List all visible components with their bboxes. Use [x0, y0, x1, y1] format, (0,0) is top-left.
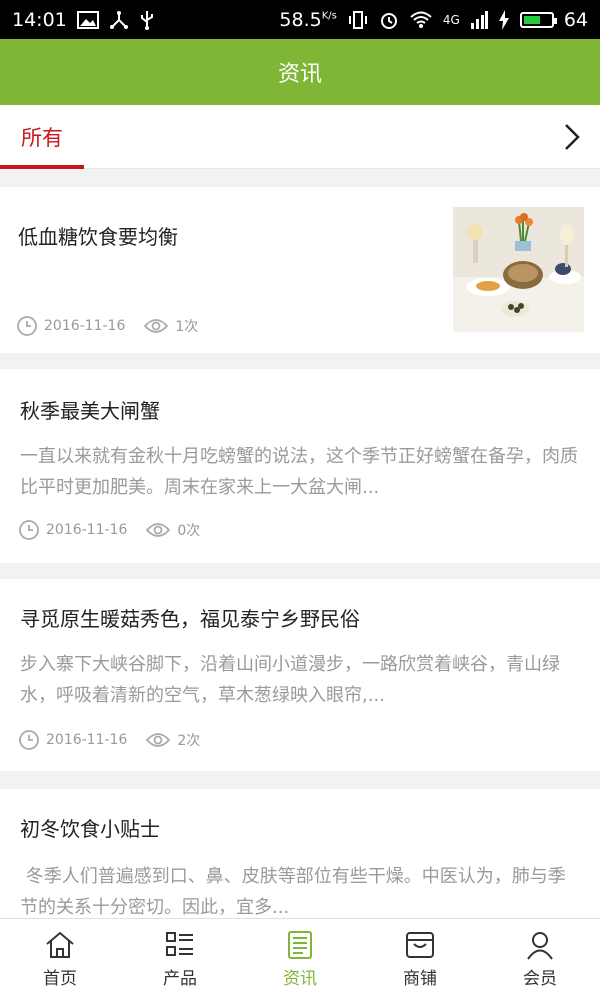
eye-icon [146, 523, 171, 537]
nav-news[interactable]: 资讯 [240, 919, 360, 1000]
clock-icon [19, 520, 39, 540]
page-header: 资讯 [0, 39, 600, 105]
usb-icon [140, 10, 153, 30]
news-icon [288, 931, 312, 959]
article-card[interactable]: 寻觅原生暖菇秀色，福见泰宁乡野民俗 步入寨下大峡谷脚下，沿着山间小道漫步，一路欣… [0, 579, 600, 771]
article-meta: 2016-11-16 1次 [16, 315, 198, 337]
speed-unit: K/s [321, 10, 337, 22]
article-title: 寻觅原生暖菇秀色，福见泰宁乡野民俗 [20, 607, 360, 631]
article-view-count: 2次 [177, 733, 201, 749]
article-date: 2016-11-16 [44, 318, 126, 334]
charging-icon [498, 9, 509, 30]
signal-icon: 4G [442, 12, 460, 27]
signal-bars-icon [470, 10, 488, 29]
user-icon [527, 932, 553, 960]
share-icon [109, 10, 128, 29]
tab-all[interactable]: 所有 [0, 105, 84, 169]
nav-member[interactable]: 会员 [480, 919, 600, 1000]
article-summary: 冬季人们普遍感到口、鼻、皮肤等部位有些干燥。中医认为，肺与季节的关系十分密切。因… [20, 866, 566, 918]
article-thumbnail [453, 207, 584, 332]
clock-icon [17, 316, 37, 336]
article-meta: 2016-11-16 2次 [18, 729, 200, 751]
network-speed: 58.5K/s [279, 9, 336, 31]
nav-products-label: 产品 [163, 969, 197, 989]
article-card[interactable]: 秋季最美大闸蟹 一直以来就有金秋十月吃螃蟹的说法，这个季节正好螃蟹在备孕，肉质比… [0, 369, 600, 563]
nav-products[interactable]: 产品 [120, 919, 240, 1000]
article-views: 0次 [145, 520, 200, 540]
nav-home-label: 首页 [43, 969, 77, 989]
article-meta: 2016-11-16 0次 [18, 519, 200, 541]
article-title: 低血糖饮食要均衡 [18, 225, 178, 249]
eye-icon [146, 733, 171, 747]
chevron-right-icon[interactable] [558, 121, 586, 153]
article-card[interactable]: 低血糖饮食要均衡 2016-11-16 1次 [0, 187, 600, 353]
article-summary: 一直以来就有金秋十月吃螃蟹的说法，这个季节正好螃蟹在备孕，肉质比平时更加肥美。周… [20, 446, 578, 498]
nav-shop[interactable]: 商铺 [360, 919, 480, 1000]
tab-all-label: 所有 [21, 126, 63, 150]
status-time: 14:01 [12, 8, 67, 31]
article-title: 初冬饮食小贴士 [20, 817, 160, 841]
nav-home[interactable]: 首页 [0, 919, 120, 1000]
clock-icon [19, 730, 39, 750]
article-date: 2016-11-16 [46, 522, 128, 538]
article-summary: 步入寨下大峡谷脚下，沿着山间小道漫步，一路欣赏着峡谷，青山绿水，呼吸着清新的空气… [20, 654, 560, 706]
nav-news-label: 资讯 [283, 969, 317, 989]
battery-level: 64 [563, 8, 588, 31]
alarm-icon [380, 12, 397, 29]
nav-member-label: 会员 [523, 969, 557, 989]
list-icon [166, 932, 193, 956]
article-views: 1次 [143, 316, 198, 336]
battery-icon [519, 11, 557, 28]
speed-value: 58.5 [279, 8, 322, 31]
wifi-icon [410, 11, 432, 28]
image-icon [76, 10, 99, 29]
article-view-count: 1次 [175, 319, 199, 335]
article-date: 2016-11-16 [46, 732, 128, 748]
article-list: 低血糖饮食要均衡 2016-11-16 1次 秋季最美大闸蟹 一直以来就有金秋十… [0, 169, 600, 989]
page-title: 资讯 [277, 62, 322, 87]
home-icon [46, 931, 74, 958]
nav-shop-label: 商铺 [403, 969, 437, 989]
article-title: 秋季最美大闸蟹 [20, 399, 160, 423]
eye-icon [144, 319, 169, 333]
article-view-count: 0次 [177, 523, 201, 539]
vibrate-icon [348, 10, 367, 29]
status-bar: 14:01 58.5K/s 4G 64 [0, 0, 600, 39]
category-tabs: 所有 [0, 105, 600, 169]
shop-icon [406, 932, 434, 958]
bottom-nav: 首页 产品 资讯 商铺 会员 [0, 918, 600, 1000]
article-views: 2次 [145, 730, 200, 750]
